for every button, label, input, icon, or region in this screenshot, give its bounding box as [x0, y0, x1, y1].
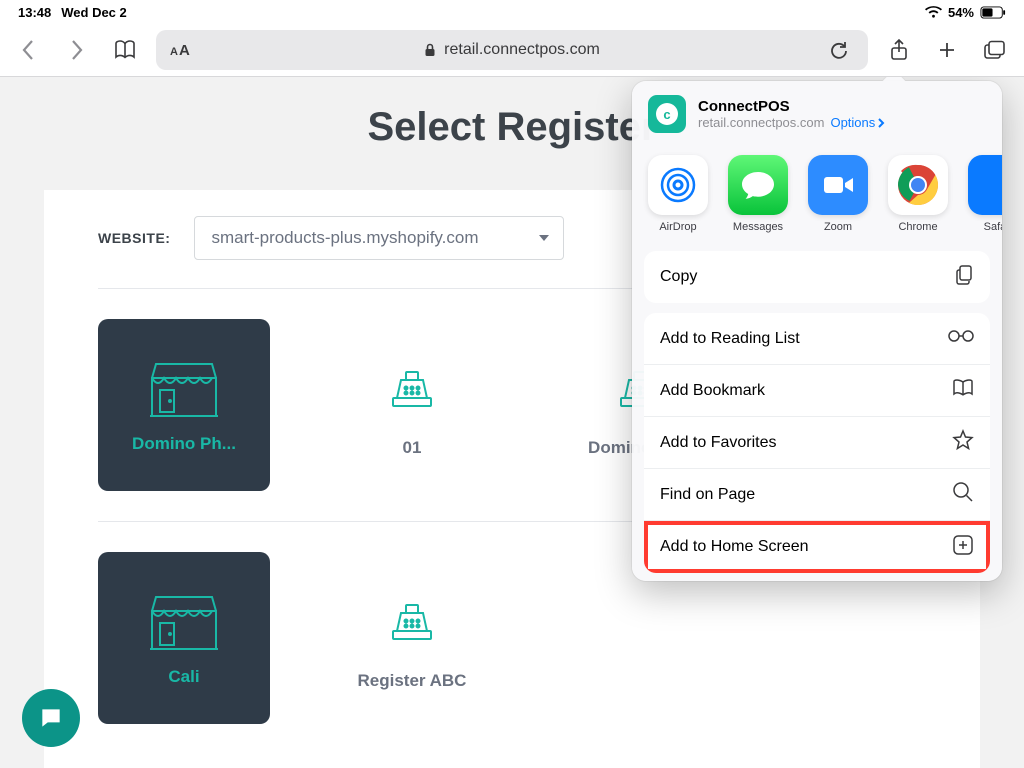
status-date: Wed Dec 2 [61, 5, 127, 20]
store-card[interactable]: Cali [98, 552, 270, 724]
share-app-airdrop[interactable]: AirDrop [648, 155, 708, 233]
share-app-label: AirDrop [659, 221, 696, 233]
share-app-label: Chrome [898, 221, 937, 233]
website-select[interactable]: smart-products-plus.myshopify.com [194, 216, 564, 260]
tabs-button[interactable] [978, 33, 1012, 67]
reader-aa-button[interactable]: AA [170, 42, 191, 59]
search-icon [952, 481, 974, 508]
card-label: 01 [403, 438, 422, 458]
action-add-bookmark[interactable]: Add Bookmark [644, 365, 990, 417]
store-card[interactable]: Domino Ph... [98, 319, 270, 491]
share-app-name: ConnectPOS [698, 98, 885, 115]
action-add-to-favorites[interactable]: Add to Favorites [644, 417, 990, 469]
share-app-zoom[interactable]: Zoom [808, 155, 868, 233]
action-copy[interactable]: Copy [644, 251, 990, 303]
new-tab-button[interactable] [930, 33, 964, 67]
back-button[interactable] [12, 33, 46, 67]
book-icon [952, 378, 974, 403]
wifi-icon [925, 6, 942, 19]
action-find-on-page[interactable]: Find on Page [644, 469, 990, 521]
url-text: retail.connectpos.com [444, 41, 600, 59]
register-card[interactable]: Register ABC [326, 552, 498, 724]
card-label: Register ABC [358, 671, 467, 691]
copy-icon [954, 264, 974, 291]
share-app-label: Zoom [824, 221, 852, 233]
share-app-label: Messages [733, 221, 783, 233]
website-label: WEBSITE: [98, 230, 170, 246]
share-app-messages[interactable]: Messages [728, 155, 788, 233]
status-time: 13:48 [18, 5, 51, 20]
plus-sq-icon [952, 534, 974, 561]
share-header: c ConnectPOS retail.connectpos.com Optio… [632, 81, 1002, 147]
share-app-row[interactable]: AirDrop Messages Zoom Chrome Safari [632, 147, 1002, 239]
register-card[interactable]: 01 [326, 319, 498, 491]
share-sheet: c ConnectPOS retail.connectpos.com Optio… [632, 81, 1002, 581]
star-icon [952, 429, 974, 456]
webpage: Select Register WEBSITE: smart-products-… [0, 77, 1024, 768]
status-battery: 54% [948, 5, 974, 20]
lock-icon [424, 43, 436, 57]
card-label: Cali [168, 667, 199, 687]
glasses-icon [948, 328, 974, 349]
share-app-chrome[interactable]: Chrome [888, 155, 948, 233]
battery-icon [980, 6, 1006, 19]
share-app-safari[interactable]: Safari [968, 155, 1002, 233]
share-app-label: Safari [984, 221, 1002, 233]
share-options-link[interactable]: Options [830, 115, 885, 130]
action-add-to-home-screen[interactable]: Add to Home Screen [644, 521, 990, 573]
bookmarks-button[interactable] [108, 33, 142, 67]
card-label: Domino Ph... [132, 434, 236, 454]
share-app-host: retail.connectpos.com [698, 115, 824, 130]
reload-button[interactable] [822, 33, 856, 67]
safari-toolbar: AA retail.connectpos.com [0, 24, 1024, 76]
url-bar[interactable]: AA retail.connectpos.com [156, 30, 868, 70]
share-button[interactable] [882, 33, 916, 67]
forward-button[interactable] [60, 33, 94, 67]
chat-fab[interactable] [22, 689, 80, 747]
share-app-icon: c [648, 95, 686, 133]
action-add-to-reading-list[interactable]: Add to Reading List [644, 313, 990, 365]
ipad-status-bar: 13:48 Wed Dec 2 54% [0, 0, 1024, 24]
